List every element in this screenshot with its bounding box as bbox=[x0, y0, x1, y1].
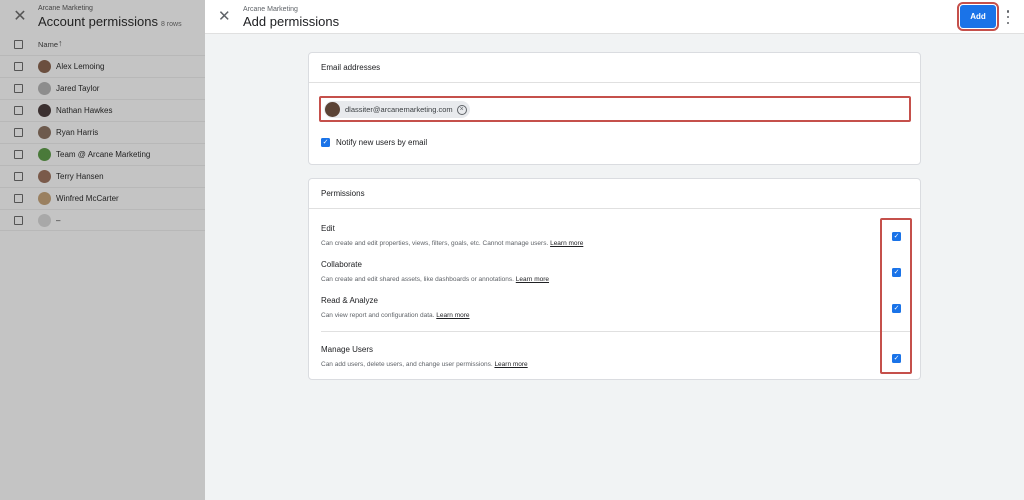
table-row[interactable]: Ryan Harris bbox=[0, 121, 205, 143]
page-title: Account permissions 8 rows bbox=[38, 14, 182, 29]
table-row[interactable]: Jared Taylor bbox=[0, 77, 205, 99]
permission-description: Can create and edit properties, views, f… bbox=[321, 240, 584, 247]
panel-header: ✕ Arcane Marketing Add permissions Add bbox=[205, 0, 1024, 34]
row-checkbox[interactable] bbox=[14, 106, 23, 115]
more-vert-icon[interactable] bbox=[1005, 10, 1011, 24]
avatar bbox=[38, 60, 51, 73]
user-name: Jared Taylor bbox=[56, 84, 100, 93]
email-input[interactable]: dlassiter@arcanemarketing.com × bbox=[319, 96, 911, 122]
avatar bbox=[325, 102, 340, 117]
avatar bbox=[38, 82, 51, 95]
permission-description: Can add users, delete users, and change … bbox=[321, 361, 528, 368]
remove-chip-icon[interactable]: × bbox=[456, 104, 467, 115]
table-row[interactable]: Nathan Hawkes bbox=[0, 99, 205, 121]
collaborate-checkbox[interactable]: ✓ bbox=[892, 268, 901, 277]
avatar bbox=[38, 214, 51, 227]
permission-collaborate: Collaborate Can create and edit shared a… bbox=[321, 260, 549, 283]
email-addresses-card: Email addresses dlassiter@arcanemarketin… bbox=[308, 52, 921, 165]
row-checkbox[interactable] bbox=[14, 172, 23, 181]
learn-more-link[interactable]: Learn more bbox=[550, 240, 583, 247]
table-row[interactable]: Team @ Arcane Marketing bbox=[0, 143, 205, 165]
org-name: Arcane Marketing bbox=[243, 6, 298, 13]
table-row[interactable]: – bbox=[0, 209, 205, 231]
row-checkbox[interactable] bbox=[14, 216, 23, 225]
permissions-card-heading: Permissions bbox=[309, 179, 920, 209]
org-name: Arcane Marketing bbox=[38, 5, 93, 12]
row-checkbox[interactable] bbox=[14, 62, 23, 71]
sort-arrow-icon[interactable]: ↑ bbox=[58, 38, 63, 48]
permission-description: Can view report and configuration data. … bbox=[321, 312, 470, 319]
email-chip[interactable]: dlassiter@arcanemarketing.com × bbox=[324, 101, 470, 118]
divider bbox=[321, 331, 910, 332]
read-analyze-checkbox[interactable]: ✓ bbox=[892, 304, 901, 313]
permission-edit: Edit Can create and edit properties, vie… bbox=[321, 224, 583, 247]
notify-option[interactable]: ✓ Notify new users by email bbox=[321, 138, 427, 147]
row-checkbox[interactable] bbox=[14, 194, 23, 203]
learn-more-link[interactable]: Learn more bbox=[516, 276, 549, 283]
account-permissions-header: ✕ Arcane Marketing Account permissions 8 … bbox=[0, 0, 205, 34]
learn-more-link[interactable]: Learn more bbox=[436, 312, 469, 319]
user-name: Nathan Hawkes bbox=[56, 106, 113, 115]
permission-description: Can create and edit shared assets, like … bbox=[321, 276, 550, 283]
learn-more-link[interactable]: Learn more bbox=[494, 361, 527, 368]
row-count: 8 rows bbox=[160, 21, 182, 28]
add-button[interactable]: Add bbox=[957, 2, 999, 31]
user-name: Winfred McCarter bbox=[56, 194, 119, 203]
notify-label: Notify new users by email bbox=[336, 138, 428, 147]
table-row[interactable]: Terry Hansen bbox=[0, 165, 205, 187]
user-name: Team @ Arcane Marketing bbox=[56, 150, 151, 159]
avatar bbox=[38, 126, 51, 139]
user-name: Terry Hansen bbox=[56, 172, 104, 181]
user-name: Alex Lemoing bbox=[56, 62, 105, 71]
table-row[interactable]: Alex Lemoing bbox=[0, 55, 205, 77]
row-checkbox[interactable] bbox=[14, 150, 23, 159]
checkbox-highlight bbox=[880, 218, 912, 374]
permission-title: Read & Analyze bbox=[321, 296, 378, 305]
chip-email: dlassiter@arcanemarketing.com bbox=[345, 105, 453, 114]
avatar bbox=[38, 170, 51, 183]
close-icon[interactable]: ✕ bbox=[13, 9, 27, 25]
permission-title: Edit bbox=[321, 224, 335, 233]
user-name: Ryan Harris bbox=[56, 128, 99, 137]
permission-read-analyze: Read & Analyze Can view report and confi… bbox=[321, 296, 470, 319]
select-all-checkbox[interactable] bbox=[14, 40, 23, 49]
table-header: Name ↑ bbox=[0, 36, 205, 54]
avatar bbox=[38, 192, 51, 205]
permission-title: Manage Users bbox=[321, 345, 374, 354]
account-permissions-panel: ✕ Arcane Marketing Account permissions 8 … bbox=[0, 0, 205, 500]
close-icon[interactable]: ✕ bbox=[218, 9, 231, 24]
name-column-header[interactable]: Name bbox=[38, 40, 58, 49]
email-card-heading: Email addresses bbox=[309, 53, 920, 83]
add-permissions-panel: ✕ Arcane Marketing Add permissions Add E… bbox=[205, 0, 1024, 500]
row-checkbox[interactable] bbox=[14, 128, 23, 137]
permission-manage-users: Manage Users Can add users, delete users… bbox=[321, 345, 528, 368]
permission-title: Collaborate bbox=[321, 260, 362, 269]
edit-checkbox[interactable]: ✓ bbox=[892, 232, 901, 241]
table-row[interactable]: Winfred McCarter bbox=[0, 187, 205, 209]
user-name: – bbox=[56, 216, 61, 225]
manage-users-checkbox[interactable]: ✓ bbox=[892, 354, 901, 363]
avatar bbox=[38, 148, 51, 161]
panel-title: Add permissions bbox=[243, 14, 340, 29]
notify-checkbox[interactable]: ✓ bbox=[321, 138, 330, 147]
permissions-card: Permissions Edit Can create and edit pro… bbox=[308, 178, 921, 380]
avatar bbox=[38, 104, 51, 117]
row-checkbox[interactable] bbox=[14, 84, 23, 93]
